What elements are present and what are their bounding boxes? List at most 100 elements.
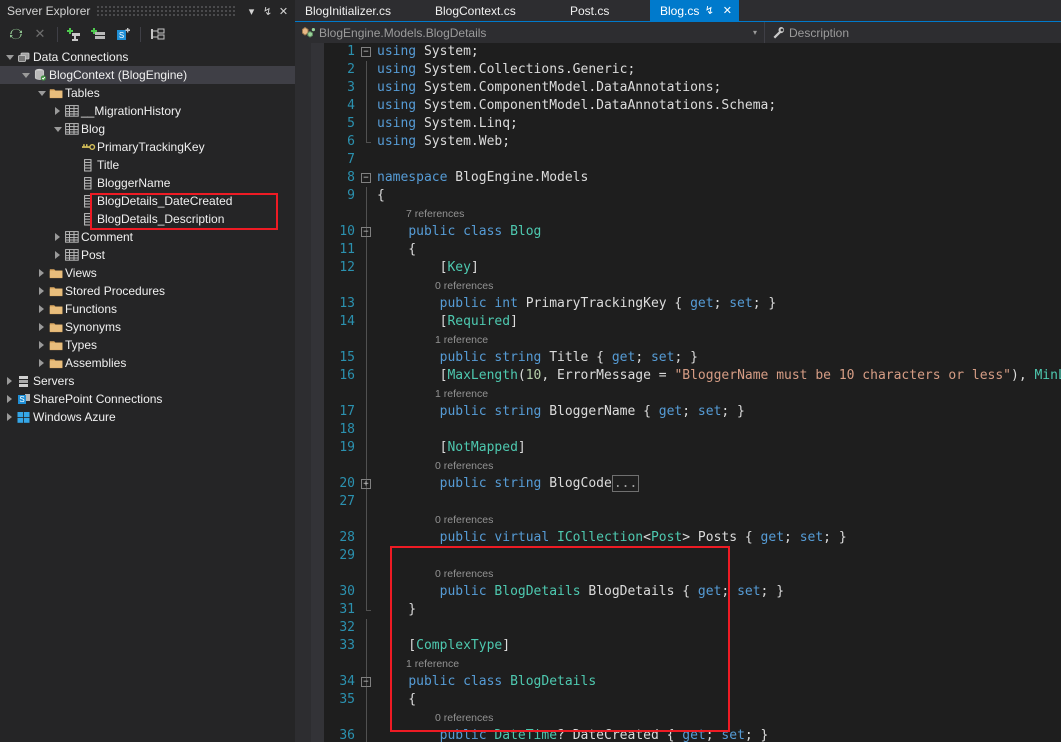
codelens-reference-count[interactable]: 0 references (435, 512, 493, 528)
codelens-reference-count[interactable]: 1 reference (406, 656, 459, 672)
server-explorer-toolbar: ✕ S (0, 22, 295, 46)
code-text: using System.Web; (377, 134, 511, 149)
codelens-reference-count[interactable]: 7 references (406, 206, 464, 222)
server-explorer-panel: Server Explorer ▾ ↯ ✕ ✕ S Data Connectio… (0, 0, 295, 742)
fold-guide-line (366, 295, 367, 313)
tree-item-windows-azure[interactable]: Windows Azure (0, 408, 295, 426)
fold-guide-line (366, 439, 367, 457)
table-icon (63, 228, 81, 246)
tree-item-bloggername[interactable]: BloggerName (0, 174, 295, 192)
collapsed-code-placeholder[interactable]: ... (611, 475, 640, 492)
tree-item-functions[interactable]: Functions (0, 300, 295, 318)
expand-region-icon[interactable]: + (361, 479, 371, 489)
collapse-arrow-icon[interactable] (4, 48, 15, 66)
codelens-reference-count[interactable]: 0 references (435, 566, 493, 582)
tree-item-synonyms[interactable]: Synonyms (0, 318, 295, 336)
code-text-area[interactable]: 1− using System; 2 using System.Collections… (295, 43, 1061, 742)
tree-item-types[interactable]: Types (0, 336, 295, 354)
collapse-arrow-icon[interactable] (36, 84, 47, 102)
tree-item-stored-procedures[interactable]: Stored Procedures (0, 282, 295, 300)
expand-arrow-icon[interactable] (52, 246, 63, 264)
expand-arrow-icon[interactable] (36, 264, 47, 282)
tree-item-blogdetails-datecreated[interactable]: BlogDetails_DateCreated (0, 192, 295, 210)
pin-icon[interactable]: ↯ (260, 3, 275, 19)
line-number: 20 (339, 476, 355, 491)
fold-guide-line (366, 619, 367, 637)
close-icon[interactable]: ✕ (276, 3, 291, 19)
tree-item-blog[interactable]: Blog (0, 120, 295, 138)
member-dropdown[interactable]: Description (765, 22, 1061, 43)
expand-arrow-icon[interactable] (36, 300, 47, 318)
connect-to-database-icon[interactable] (64, 24, 86, 44)
tab-close-icon[interactable]: ✕ (719, 3, 735, 19)
expand-arrow-icon[interactable] (36, 282, 47, 300)
editor-tab-bloginitializer-cs[interactable]: BlogInitializer.cs (295, 0, 401, 21)
expand-arrow-icon[interactable] (4, 408, 15, 426)
collapse-region-icon[interactable]: − (361, 677, 371, 687)
tree-item-assemblies[interactable]: Assemblies (0, 354, 295, 372)
collapse-region-icon[interactable]: − (361, 173, 371, 183)
tree-item-post[interactable]: Post (0, 246, 295, 264)
editor-tab-blog-cs[interactable]: Blog.cs ↯ ✕ (650, 0, 740, 21)
expand-arrow-icon[interactable] (36, 318, 47, 336)
expand-arrow-icon[interactable] (52, 102, 63, 120)
drag-grip[interactable] (96, 4, 237, 18)
tree-item-label: BlogContext (BlogEngine) (49, 68, 188, 82)
tree-item-blogcontext-blogengine[interactable]: BlogContext (BlogEngine) (0, 66, 295, 84)
fold-guide-line (366, 709, 367, 727)
code-lines: 1− using System; 2 using System.Collections… (295, 43, 1061, 742)
tree-item-blogdetails-description[interactable]: BlogDetails_Description (0, 210, 295, 228)
codelens-reference-count[interactable]: 0 references (435, 710, 493, 726)
code-line: 18 (295, 421, 1061, 439)
editor-tab-blogcontext-cs[interactable]: BlogContext.cs (425, 0, 526, 21)
collapse-region-icon[interactable]: − (361, 227, 371, 237)
fold-guide-line (366, 79, 367, 97)
object-relation-icon[interactable] (147, 24, 169, 44)
collapse-arrow-icon[interactable] (52, 120, 63, 138)
add-server-icon[interactable] (88, 24, 110, 44)
toolbar-separator (57, 26, 58, 42)
expand-arrow-icon[interactable] (36, 354, 47, 372)
line-number: 34 (339, 674, 355, 689)
tree-item-title[interactable]: Title (0, 156, 295, 174)
codelens-reference-count[interactable]: 0 references (435, 278, 493, 294)
line-number: 32 (339, 620, 355, 635)
code-line: 32 (295, 619, 1061, 637)
sharepoint-connection-icon[interactable]: S (112, 24, 134, 44)
server-explorer-tree[interactable]: Data Connections BlogContext (BlogEngine)… (0, 46, 295, 426)
visual-studio-window: Server Explorer ▾ ↯ ✕ ✕ S Data Connectio… (0, 0, 1061, 742)
tree-item-views[interactable]: Views (0, 264, 295, 282)
code-line: 15 public string Title { get; set; } (295, 349, 1061, 367)
collapse-arrow-icon[interactable] (20, 66, 31, 84)
code-text: [Key] (377, 260, 479, 275)
codelens-reference-count[interactable]: 0 references (435, 458, 493, 474)
tab-label: BlogInitializer.cs (305, 3, 392, 18)
tab-pin-icon[interactable]: ↯ (701, 3, 717, 19)
tree-item-sharepoint-connections[interactable]: S SharePoint Connections (0, 390, 295, 408)
tree-item-primarytrackingkey[interactable]: PrimaryTrackingKey (0, 138, 295, 156)
editor-tabbar[interactable]: BlogInitializer.cs BlogContext.cs Post.cs B… (295, 0, 1061, 21)
fold-guide-line (366, 601, 371, 611)
expand-arrow-icon[interactable] (36, 336, 47, 354)
dropdown-icon[interactable]: ▾ (244, 3, 259, 19)
expand-arrow-icon[interactable] (4, 372, 15, 390)
expand-arrow-icon[interactable] (4, 390, 15, 408)
codelens-reference-count[interactable]: 1 reference (435, 386, 488, 402)
tree-item-data-connections[interactable]: Data Connections (0, 48, 295, 66)
tree-item-label: Assemblies (65, 356, 127, 370)
code-text: namespace BlogEngine.Models (377, 170, 589, 185)
tree-item-comment[interactable]: Comment (0, 228, 295, 246)
tree-item-tables[interactable]: Tables (0, 84, 295, 102)
codelens-reference-count[interactable]: 1 reference (435, 332, 488, 348)
tree-item-migrationhistory[interactable]: __MigrationHistory (0, 102, 295, 120)
editor-tab-post-cs[interactable]: Post.cs (560, 0, 619, 21)
code-text: using System.Collections.Generic; (377, 62, 636, 77)
tree-item-servers[interactable]: Servers (0, 372, 295, 390)
chevron-down-icon[interactable]: ▾ (746, 28, 764, 37)
type-dropdown[interactable]: BlogEngine.Models.BlogDetails ▾ (295, 22, 765, 43)
collapse-region-icon[interactable]: − (361, 47, 371, 57)
refresh-icon[interactable] (5, 24, 27, 44)
expand-arrow-icon[interactable] (52, 228, 63, 246)
